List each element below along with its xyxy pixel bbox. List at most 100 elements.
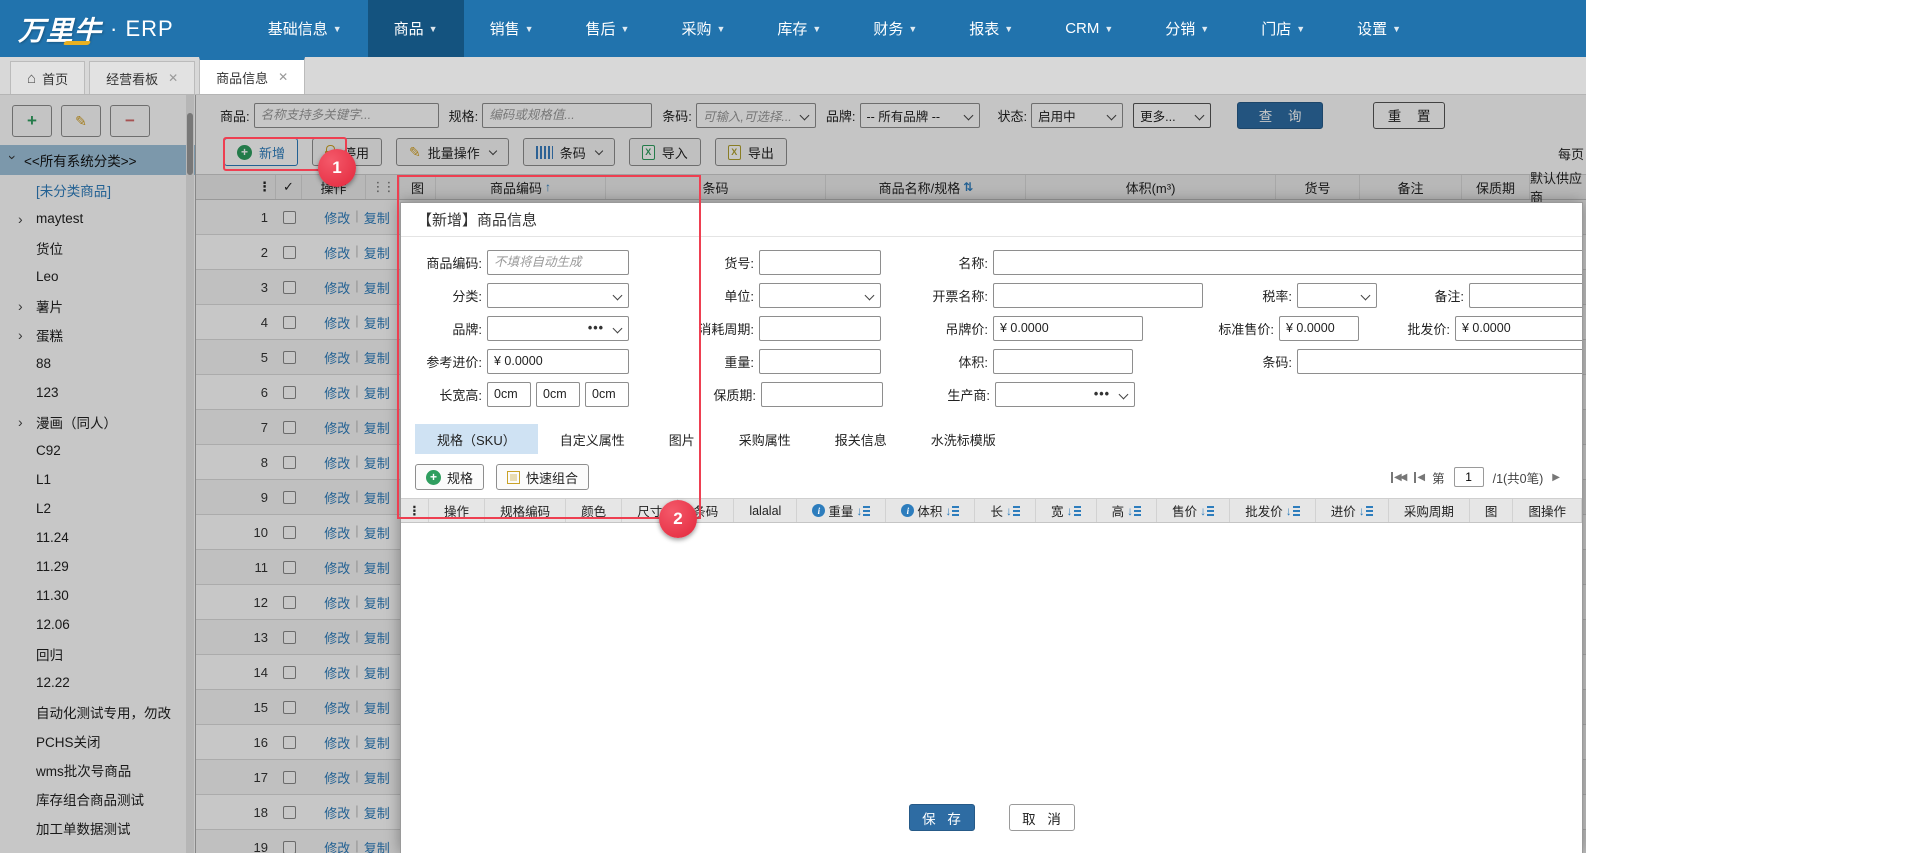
weight-input[interactable] [759, 348, 881, 374]
sku-column-header[interactable]: i 售价 ↓ [1157, 499, 1231, 522]
first-page-icon[interactable]: ◀◀ [1390, 471, 1407, 483]
plus-icon: + [426, 469, 441, 485]
sku-column-header[interactable]: i 尺寸 ↓ [622, 499, 679, 522]
ellipsis-icon[interactable]: ••• [1094, 387, 1114, 401]
next-page-icon[interactable]: ▶ [1552, 472, 1560, 483]
remark-input[interactable] [1469, 282, 1582, 308]
sku-column-header[interactable]: i 采购周期 ↓ [1389, 499, 1470, 522]
sku-column-header[interactable]: i 体积 ↓ [886, 499, 976, 522]
invoice-name-input[interactable] [993, 282, 1203, 308]
remark-label: 备注: [1434, 288, 1464, 304]
unit-select[interactable] [759, 282, 881, 308]
category-select[interactable] [487, 282, 629, 308]
width-input[interactable] [536, 381, 580, 407]
logo: 万里牛 · ERP [0, 0, 202, 57]
nav-menu-item[interactable]: 库存 ▼ [751, 0, 847, 57]
sort-icon[interactable]: ↓ [856, 504, 870, 518]
close-icon[interactable]: ✕ [168, 71, 178, 85]
sku-column-header[interactable]: i 高 ↓ [1097, 499, 1158, 522]
brand-logo: 万里牛 [18, 9, 102, 48]
info-icon[interactable]: i [812, 504, 826, 517]
tag-price-label: 吊牌价: [945, 321, 988, 337]
quick-combine-button[interactable]: 快速组合 [496, 464, 590, 490]
nav-menu-item[interactable]: 基础信息 ▼ [242, 0, 368, 57]
volume-input[interactable] [993, 348, 1133, 374]
modal-tab[interactable]: 图片 [647, 424, 717, 454]
sku-column-header[interactable]: i 规格编码 ↓ [485, 499, 567, 522]
sku-column-header[interactable]: i lalalal ↓ [734, 499, 798, 522]
modal-tab[interactable]: 自定义属性 [538, 424, 647, 454]
consume-cycle-input[interactable] [759, 315, 881, 341]
sku-column-header[interactable]: i 进价 ↓ [1316, 499, 1389, 522]
ref-price-input[interactable] [487, 348, 629, 374]
chevron-down-icon: ▼ [1104, 23, 1114, 34]
sku-columns: i 操作 ↓ i 规格编码 ↓ i 颜色 ↓ [429, 499, 1582, 522]
nav-menu-item[interactable]: 采购 ▼ [655, 0, 751, 57]
close-icon[interactable]: ✕ [278, 70, 288, 84]
page-number-input[interactable] [1453, 467, 1484, 487]
sort-icon[interactable]: ↓ [1286, 504, 1300, 518]
info-icon[interactable]: i [901, 504, 915, 517]
sort-icon[interactable]: ↓ [1200, 504, 1214, 518]
nav-menu-item[interactable]: 售后 ▼ [560, 0, 656, 57]
prev-page-icon[interactable]: ◀ [1414, 471, 1425, 483]
nav-menu-item[interactable]: 销售 ▼ [464, 0, 560, 57]
tab-home[interactable]: ⌂ 首页 [10, 61, 86, 94]
kebab-menu-icon[interactable]: ⋮ [401, 499, 429, 522]
ref-price-label: 参考进价: [426, 354, 482, 370]
nav-menu-item[interactable]: 分销 ▼ [1139, 0, 1235, 57]
modal-tab[interactable]: 采购属性 [717, 424, 813, 454]
chevron-down-icon: ▼ [812, 23, 822, 34]
sort-icon[interactable]: ↓ [1006, 504, 1020, 518]
std-price-input[interactable] [1279, 315, 1359, 341]
sku-column-header[interactable]: i 批发价 ↓ [1230, 499, 1316, 522]
save-button[interactable]: 保 存 [908, 804, 975, 831]
sku-column-header[interactable]: i 图 ↓ [1470, 499, 1514, 522]
wholesale-price-input[interactable] [1455, 315, 1582, 341]
sku-column-header[interactable]: i 条码 ↓ [678, 499, 735, 522]
modal-tab[interactable]: 报关信息 [813, 424, 909, 454]
chevron-down-icon: ▼ [620, 23, 630, 34]
nav-menu-item[interactable]: 报表 ▼ [943, 0, 1039, 57]
shelf-life-input[interactable] [761, 381, 883, 407]
tax-rate-select[interactable] [1297, 282, 1377, 308]
tab-bar: ⌂ 首页 经营看板 ✕ 商品信息 ✕ [0, 57, 1586, 95]
cancel-button[interactable]: 取 消 [1008, 804, 1075, 831]
ellipsis-icon[interactable]: ••• [588, 321, 608, 335]
modal-barcode-input[interactable] [1297, 348, 1582, 374]
item-no-label: 货号: [724, 255, 754, 271]
sku-column-header[interactable]: i 操作 ↓ [429, 499, 486, 522]
height-input[interactable] [585, 381, 629, 407]
nav-menu-item[interactable]: CRM ▼ [1039, 0, 1139, 57]
tab-dashboard[interactable]: 经营看板 ✕ [89, 61, 196, 94]
sku-column-header[interactable]: i 重量 ↓ [797, 499, 887, 522]
chevron-down-icon: ▼ [1392, 23, 1402, 34]
modal-tab[interactable]: 规格（SKU） [415, 424, 538, 454]
sku-column-header[interactable]: i 长 ↓ [975, 499, 1037, 522]
sku-column-header[interactable]: i 宽 ↓ [1036, 499, 1097, 522]
sort-icon[interactable]: ↓ [1359, 504, 1373, 518]
code-input[interactable] [487, 249, 629, 275]
nav-menu-item[interactable]: 设置 ▼ [1331, 0, 1427, 57]
sort-icon[interactable]: ↓ [1127, 504, 1141, 518]
nav-menu-item[interactable]: 财务 ▼ [847, 0, 943, 57]
add-spec-button[interactable]: + 规格 [415, 464, 485, 490]
chevron-down-icon: ▼ [332, 23, 342, 34]
brand-select[interactable]: ••• [487, 315, 629, 341]
sort-icon[interactable]: ↓ [945, 504, 959, 518]
nav-menu-item[interactable]: 商品 ▼ [367, 0, 464, 57]
tag-price-input[interactable] [993, 315, 1143, 341]
top-nav: 万里牛 · ERP 基础信息 ▼ 商品 ▼ 销售 ▼ 售后 ▼ 采购 ▼ 库存 … [0, 0, 1586, 57]
modal-tab[interactable]: 水洗标模版 [909, 424, 1018, 454]
name-input[interactable] [993, 249, 1582, 275]
length-input[interactable] [487, 381, 531, 407]
category-label: 分类: [452, 288, 482, 304]
tab-product-info[interactable]: 商品信息 ✕ [199, 57, 306, 94]
producer-select[interactable]: ••• [995, 381, 1135, 407]
item-no-input[interactable] [759, 249, 881, 275]
sort-icon[interactable]: ↓ [1067, 504, 1081, 518]
nav-menu-item[interactable]: 门店 ▼ [1235, 0, 1331, 57]
chevron-down-icon: ▼ [1004, 23, 1014, 34]
sku-column-header[interactable]: i 图操作 ↓ [1513, 499, 1582, 522]
sku-column-header[interactable]: i 颜色 ↓ [566, 499, 623, 522]
